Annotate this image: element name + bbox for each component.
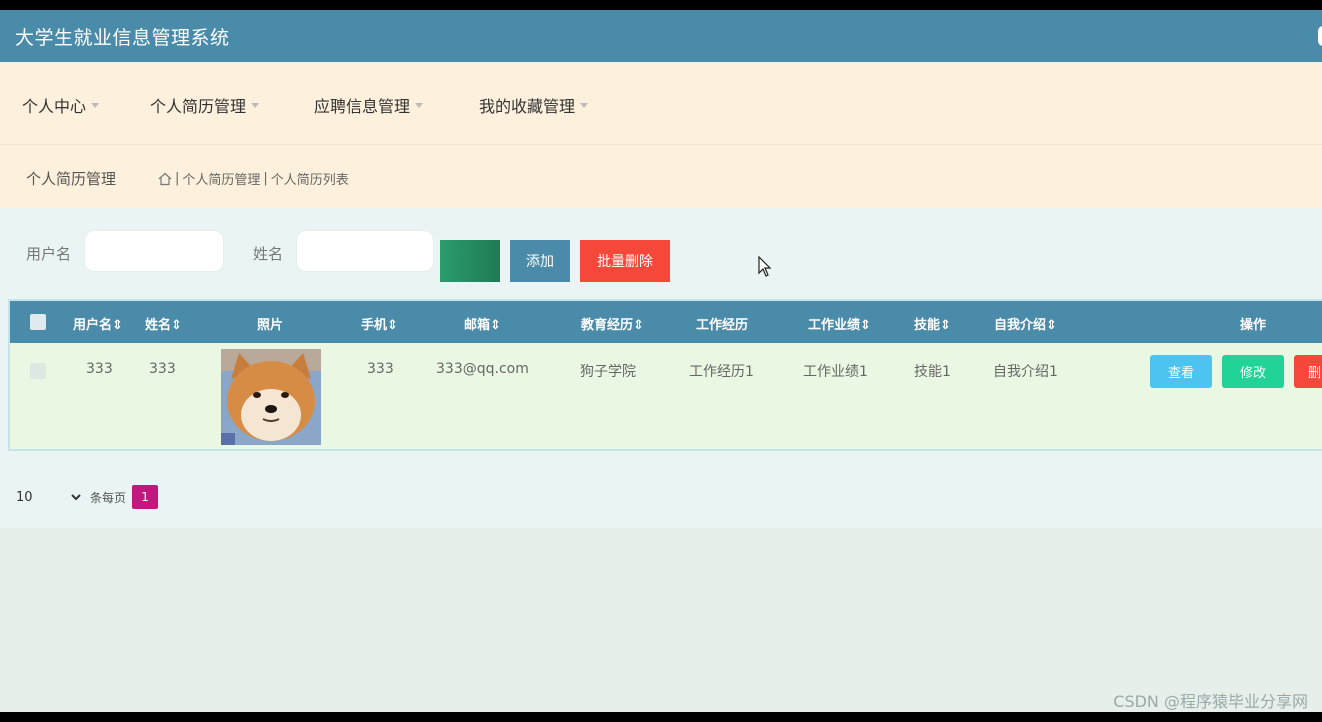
header-username[interactable]: 用户名⇕ xyxy=(73,314,123,333)
header-work-history: 工作经历 xyxy=(696,318,749,333)
search-button[interactable] xyxy=(440,240,500,282)
page-number-current[interactable]: 1 xyxy=(132,485,159,509)
cell-email: 333@qq.com xyxy=(436,361,529,377)
header-actions: 操作 xyxy=(1240,318,1267,333)
photo-thumbnail[interactable] xyxy=(221,349,321,445)
cell-name: 333 xyxy=(149,361,176,377)
cell-skills: 技能1 xyxy=(914,364,951,380)
mouse-cursor-icon xyxy=(758,256,772,277)
app-title: 大学生就业信息管理系统 xyxy=(15,27,230,49)
name-label: 姓名 xyxy=(253,245,284,263)
caret-down-icon xyxy=(415,102,424,108)
sort-icon: ⇕ xyxy=(112,318,123,333)
menu-item-application-management[interactable]: 应聘信息管理 xyxy=(314,93,424,117)
cell-education: 狗子学院 xyxy=(580,364,636,380)
header-email[interactable]: 邮箱⇕ xyxy=(464,314,501,333)
username-label: 用户名 xyxy=(26,245,72,263)
cell-phone: 333 xyxy=(367,361,394,377)
sort-icon: ⇕ xyxy=(387,318,398,333)
pagination: 10 条每页 1 xyxy=(12,484,159,510)
sort-icon: ⇕ xyxy=(940,318,951,333)
add-button[interactable]: 添加 xyxy=(510,240,570,282)
watermark: CSDN @程序猿毕业分享网 xyxy=(1113,692,1308,711)
main-content: 用户名 姓名 添加 批量删除 用户名⇕ 姓名⇕ 照片 手机⇕ 邮箱⇕ 教育经历⇕… xyxy=(0,208,1322,528)
cell-work-history: 工作经历1 xyxy=(689,364,754,380)
sort-icon: ⇕ xyxy=(1046,318,1057,333)
header-photo: 照片 xyxy=(257,318,284,333)
breadcrumb-item-resume-list: 个人简历列表 xyxy=(270,173,349,188)
breadcrumb: | 个人简历管理 | 个人简历列表 xyxy=(158,169,349,188)
breadcrumb-separator: | xyxy=(263,171,268,186)
caret-down-icon xyxy=(580,102,589,108)
header-name[interactable]: 姓名⇕ xyxy=(145,314,182,333)
cell-username: 333 xyxy=(86,361,113,377)
cell-self-intro: 自我介绍1 xyxy=(993,364,1058,380)
batch-delete-button[interactable]: 批量删除 xyxy=(580,240,670,282)
header-education[interactable]: 教育经历⇕ xyxy=(581,314,644,333)
main-menu: 个人中心 个人简历管理 应聘信息管理 我的收藏管理 xyxy=(0,62,1322,144)
page-size-select[interactable]: 10 xyxy=(12,484,84,510)
select-all-checkbox[interactable] xyxy=(30,314,46,330)
menu-item-label: 个人简历管理 xyxy=(150,97,247,116)
view-button[interactable]: 查看 xyxy=(1150,355,1212,388)
sort-icon: ⇕ xyxy=(633,318,644,333)
name-search-input[interactable] xyxy=(296,230,434,272)
cell-work-performance: 工作业绩1 xyxy=(803,364,868,380)
home-icon[interactable] xyxy=(158,172,172,186)
table-row: 333 333 333 333@qq.com 狗子学院 工作经历1 工作业绩1 … xyxy=(10,343,1322,451)
table-header: 用户名⇕ 姓名⇕ 照片 手机⇕ 邮箱⇕ 教育经历⇕ 工作经历 工作业绩⇕ 技能⇕… xyxy=(10,301,1322,343)
header-user-avatar[interactable] xyxy=(1318,26,1322,46)
top-header: 大学生就业信息管理系统 xyxy=(0,10,1322,62)
sort-icon: ⇕ xyxy=(171,318,182,333)
menu-item-personal-center[interactable]: 个人中心 xyxy=(22,93,100,117)
resume-table: 用户名⇕ 姓名⇕ 照片 手机⇕ 邮箱⇕ 教育经历⇕ 工作经历 工作业绩⇕ 技能⇕… xyxy=(8,299,1322,451)
caret-down-icon xyxy=(251,102,260,108)
sort-icon: ⇕ xyxy=(860,318,871,333)
delete-button[interactable]: 删 xyxy=(1294,355,1322,388)
header-work-performance[interactable]: 工作业绩⇕ xyxy=(808,314,871,333)
menu-item-label: 个人中心 xyxy=(22,97,87,116)
header-self-intro[interactable]: 自我介绍⇕ xyxy=(994,314,1057,333)
menu-item-label: 我的收藏管理 xyxy=(479,97,576,116)
app-screen: 大学生就业信息管理系统 个人中心 个人简历管理 应聘信息管理 我的收藏管理 个人… xyxy=(0,10,1322,712)
breadcrumb-item-resume-management[interactable]: 个人简历管理 xyxy=(182,169,260,188)
caret-down-icon xyxy=(91,102,100,108)
menu-item-resume-management[interactable]: 个人简历管理 xyxy=(150,93,260,117)
edit-button[interactable]: 修改 xyxy=(1222,355,1284,388)
header-skills[interactable]: 技能⇕ xyxy=(914,314,951,333)
breadcrumb-bar: 个人简历管理 | 个人简历管理 | 个人简历列表 xyxy=(0,144,1322,208)
menu-item-favorites-management[interactable]: 我的收藏管理 xyxy=(479,93,589,117)
row-checkbox[interactable] xyxy=(30,363,46,379)
page-title: 个人简历管理 xyxy=(26,170,117,188)
per-page-label: 条每页 xyxy=(90,490,127,505)
username-search-input[interactable] xyxy=(84,230,224,272)
sort-icon: ⇕ xyxy=(490,318,501,333)
menu-item-label: 应聘信息管理 xyxy=(314,97,411,116)
breadcrumb-separator: | xyxy=(175,171,180,186)
header-phone[interactable]: 手机⇕ xyxy=(361,314,398,333)
